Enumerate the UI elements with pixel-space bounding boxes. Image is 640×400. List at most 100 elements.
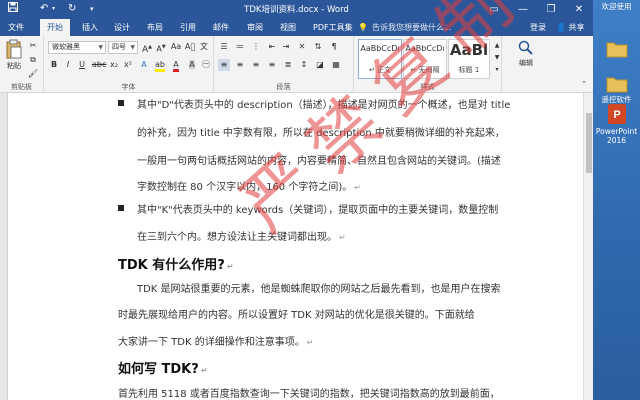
close-button[interactable]: ✕: [565, 0, 593, 19]
align-right-icon[interactable]: ≡: [250, 59, 262, 71]
text-effects-icon[interactable]: A: [138, 59, 150, 71]
heading-tdk-role: TDK 有什么作用? ↵: [118, 258, 234, 273]
lightbulb-icon: 💡: [358, 23, 368, 32]
doc-line: 其中"D"代表页头中的 description（描述），描述是对网页的一个概述，…: [137, 100, 511, 111]
doc-line: 一般用一句两句话概括网站的内容，内容要精简、自然且包含网站的关键词。(描述: [137, 156, 501, 167]
increase-indent-icon[interactable]: ⇥: [280, 41, 292, 53]
phonetic-guide-icon[interactable]: 文: [198, 41, 210, 53]
word-window: ↶ ▾ ↻ ▾ TDK培训资料.docx - Word ▭ — ❐ ✕ 文件 开…: [0, 0, 593, 400]
desktop-label-top: 欢迎使用: [601, 2, 632, 11]
bullet-marker: [118, 205, 124, 211]
copy-icon[interactable]: ⧉: [27, 54, 39, 66]
sign-in-link[interactable]: 登录: [530, 19, 546, 36]
align-left-icon[interactable]: ≡: [266, 59, 278, 71]
style-sample: AaBl: [449, 41, 489, 59]
tell-me-box[interactable]: 💡 告诉我您想要做什么...: [358, 19, 452, 36]
tab-pdf-tools[interactable]: PDF工具集: [313, 19, 353, 36]
doc-line: 大家讲一下 TDK 的详细操作和注意事项。 ↵: [118, 337, 314, 348]
numbering-icon[interactable]: ≔: [234, 41, 246, 53]
find-icon: [518, 40, 533, 55]
grow-font-icon[interactable]: A▲: [141, 41, 153, 55]
style-no-spacing[interactable]: AaBbCcDı ↵ 无间隔: [403, 39, 447, 79]
format-painter-icon[interactable]: 🖌: [27, 68, 39, 80]
document-area[interactable]: 其中"D"代表页头中的 description（描述），描述是对网页的一个概述，…: [0, 93, 593, 400]
font-size-select[interactable]: 四号 ▼: [108, 41, 138, 54]
italic-icon[interactable]: I: [62, 59, 74, 71]
paste-label: 粘贴: [7, 62, 21, 70]
shading-icon[interactable]: ◪: [314, 59, 326, 71]
title-bar: ↶ ▾ ↻ ▾ TDK培训资料.docx - Word ▭ — ❐ ✕: [0, 0, 593, 19]
collapse-ribbon-icon[interactable]: ⌃: [578, 78, 590, 90]
tab-references[interactable]: 引用: [180, 19, 196, 36]
vertical-ruler: [0, 93, 8, 400]
doc-line: 在三到六个内。想方设法让主关键词都出现。 ↵: [137, 232, 346, 243]
font-color-icon[interactable]: A: [170, 59, 182, 72]
subscript-icon[interactable]: x₂: [108, 59, 120, 71]
cut-icon[interactable]: ✂: [27, 40, 39, 52]
folder-icon: [606, 42, 627, 58]
tab-file[interactable]: 文件: [8, 19, 24, 36]
strikethrough-icon[interactable]: abc: [92, 59, 106, 71]
tab-design[interactable]: 设计: [114, 19, 130, 36]
sort-icon[interactable]: ⇅: [312, 41, 324, 53]
font-name-select[interactable]: 微软雅黑 ▼: [48, 41, 106, 54]
style-name: ↵ 正文: [368, 66, 392, 74]
enclose-characters-icon[interactable]: ㊀: [200, 59, 212, 71]
scrollbar-thumb[interactable]: [586, 113, 592, 173]
tab-layout[interactable]: 布局: [147, 19, 163, 36]
doc-line: 时最先展现给用户的内容。所以设置好 TDK 对网站的优化是很关键的。下面就给: [118, 310, 475, 321]
clear-formatting-icon[interactable]: A⃠: [184, 41, 196, 53]
bullet-marker: [118, 100, 124, 106]
align-center-icon[interactable]: ≡: [234, 59, 246, 71]
paste-icon: [6, 39, 22, 59]
desktop-folder-remote[interactable]: 遥控软件: [593, 75, 640, 104]
share-label: 共享: [568, 23, 585, 32]
share-button[interactable]: 👤 共享: [556, 19, 585, 36]
folder-icon: [606, 77, 627, 93]
font-group: 微软雅黑 ▼ 四号 ▼ A▲ A▼ Aa A⃠ 文 B I U abc x₂ x² …: [44, 36, 214, 93]
desktop-powerpoint[interactable]: P PowerPoint 2016: [593, 103, 640, 145]
style-heading-1[interactable]: AaBl 标题 1: [448, 39, 490, 79]
tell-me-text: 告诉我您想要做什么...: [371, 23, 452, 32]
character-shading-icon[interactable]: A: [186, 59, 198, 71]
paste-button[interactable]: 粘贴: [4, 39, 24, 71]
underline-icon[interactable]: U: [76, 59, 88, 71]
tab-insert[interactable]: 插入: [82, 19, 98, 36]
paragraph-group: ☰ ≔ ⋮ ⇤ ⇥ ✕ ⇅ ¶ ≡ ≡ ≡ ≡ ≣ ↕ ◪ ▦ 段落: [214, 36, 354, 93]
tab-mailings[interactable]: 邮件: [213, 19, 229, 36]
highlight-icon[interactable]: ab: [154, 59, 166, 72]
line-spacing-icon[interactable]: ↕: [298, 59, 310, 71]
multilevel-list-icon[interactable]: ⋮: [250, 41, 262, 53]
bold-icon[interactable]: B: [48, 59, 60, 71]
superscript-icon[interactable]: x²: [122, 59, 134, 71]
chinese-layout-icon[interactable]: ✕: [296, 41, 308, 53]
svg-text:P: P: [613, 109, 620, 121]
tab-view[interactable]: 视图: [280, 19, 296, 36]
shrink-font-icon[interactable]: A▼: [155, 41, 167, 54]
font-name-value: 微软雅黑: [52, 43, 80, 51]
doc-line: 的补充，因为 title 中字数有限，所以在 description 中就要稍微…: [137, 128, 505, 139]
show-marks-icon[interactable]: ¶: [328, 41, 340, 53]
style-normal[interactable]: AaBbCcDı ↵ 正文: [358, 39, 402, 79]
styles-group-label: 样式: [420, 83, 435, 91]
tab-review[interactable]: 审阅: [247, 19, 263, 36]
editing-label: 编辑: [519, 59, 533, 67]
tab-home[interactable]: 开始: [40, 19, 70, 36]
minimize-button[interactable]: —: [509, 0, 537, 19]
bullets-icon[interactable]: ☰: [218, 41, 230, 53]
doc-line: 其中"K"代表页头中的 keywords（关键词），提取页面中的主要关键词，数量…: [137, 205, 499, 216]
clipboard-group-label: 剪贴板: [11, 83, 32, 91]
desktop-folder-1[interactable]: [593, 40, 640, 60]
ribbon-options-icon[interactable]: ▭: [480, 0, 508, 19]
distributed-icon[interactable]: ≣: [282, 59, 294, 71]
align-justify-icon[interactable]: ≡: [218, 59, 230, 71]
change-case-icon[interactable]: Aa: [170, 41, 182, 53]
style-name: ↵ 无间隔: [410, 66, 440, 74]
clipboard-group: 粘贴 ✂ ⧉ 🖌 剪贴板: [0, 36, 44, 93]
borders-icon[interactable]: ▦: [330, 59, 342, 71]
ribbon-tabs: 文件 开始 插入 设计 布局 引用 邮件 审阅 视图 PDF工具集 💡 告诉我您想…: [0, 19, 593, 36]
decrease-indent-icon[interactable]: ⇤: [266, 41, 278, 53]
restore-button[interactable]: ❐: [537, 0, 565, 19]
editing-button[interactable]: 编辑: [512, 40, 540, 68]
vertical-scrollbar[interactable]: [583, 93, 593, 400]
